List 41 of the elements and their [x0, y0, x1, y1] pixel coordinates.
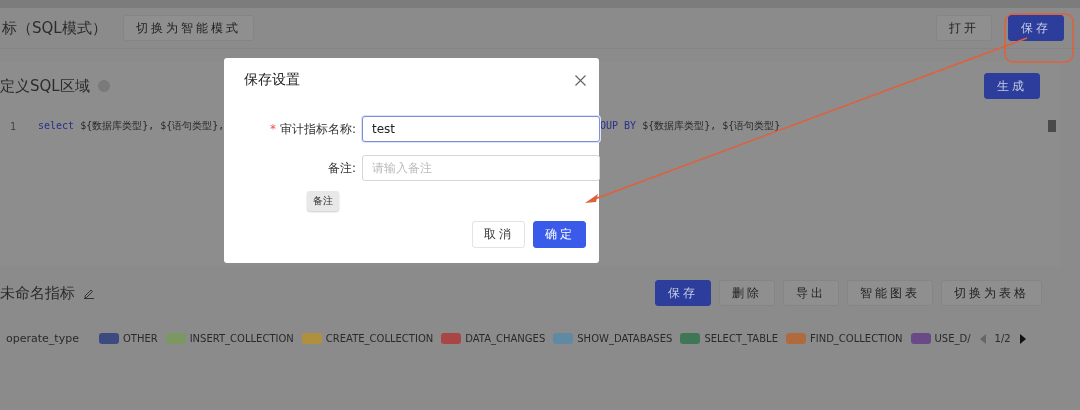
legend-label: SELECT_TABLE: [704, 333, 778, 344]
save-button[interactable]: 保存: [1008, 15, 1064, 41]
toolbar-button[interactable]: 删除: [719, 280, 775, 306]
legend-label: USE_D/: [934, 333, 971, 344]
cancel-button[interactable]: 取消: [472, 221, 525, 248]
required-mark: *: [269, 121, 276, 136]
metric-title: 未命名指标: [0, 283, 75, 303]
page-indicator: 1/2: [994, 333, 1011, 344]
sql-text: ${数据库类型}, ${语句类型}: [641, 120, 781, 131]
sql-keyword: OUP BY: [600, 120, 637, 131]
legend-label: DATA_CHANGES: [465, 333, 546, 344]
sql-text: ${数据库类型}, ${语句类型},: [79, 120, 225, 131]
field-label: 备注:: [326, 159, 356, 177]
open-button[interactable]: 打开: [936, 15, 992, 41]
input-field[interactable]: test: [362, 116, 600, 142]
toolbar-button[interactable]: 导出: [783, 280, 839, 306]
input-field[interactable]: 请输入备注: [362, 155, 600, 181]
toolbar-button[interactable]: 智能图表: [847, 280, 933, 306]
panel-title: 定义SQL区域: [0, 76, 90, 96]
edit-icon[interactable]: [83, 287, 95, 299]
legend-label: INSERT_COLLECTION: [189, 333, 294, 344]
line-number: 1: [9, 120, 18, 132]
next-page-icon[interactable]: [1018, 333, 1027, 344]
page-title: 标（SQL模式）: [2, 18, 107, 38]
generate-button[interactable]: 生成: [984, 73, 1040, 99]
dialog-title: 保存设置: [244, 71, 300, 89]
sql-keyword: select: [38, 120, 75, 131]
mode-switch-button[interactable]: 切换为智能模式: [122, 15, 254, 41]
legend-label: SHOW_DATABASES: [577, 333, 673, 344]
legend-label: CREATE_COLLECTION: [325, 333, 434, 344]
highlight-ring: [1004, 13, 1074, 63]
field-label: * 审计指标名称:: [268, 120, 356, 138]
tooltip: 备注: [307, 191, 339, 211]
close-icon[interactable]: [575, 74, 586, 86]
toolbar-button[interactable]: 切换为表格: [941, 280, 1042, 306]
legend-title: operate_type: [6, 332, 79, 345]
legend-label: FIND_COLLECTION: [809, 333, 903, 344]
legend-label: OTHER: [122, 333, 158, 344]
confirm-button[interactable]: 确定: [533, 221, 586, 248]
scrollbar-thumb[interactable]: [1048, 120, 1056, 132]
toolbar-button[interactable]: 保存: [655, 280, 711, 306]
